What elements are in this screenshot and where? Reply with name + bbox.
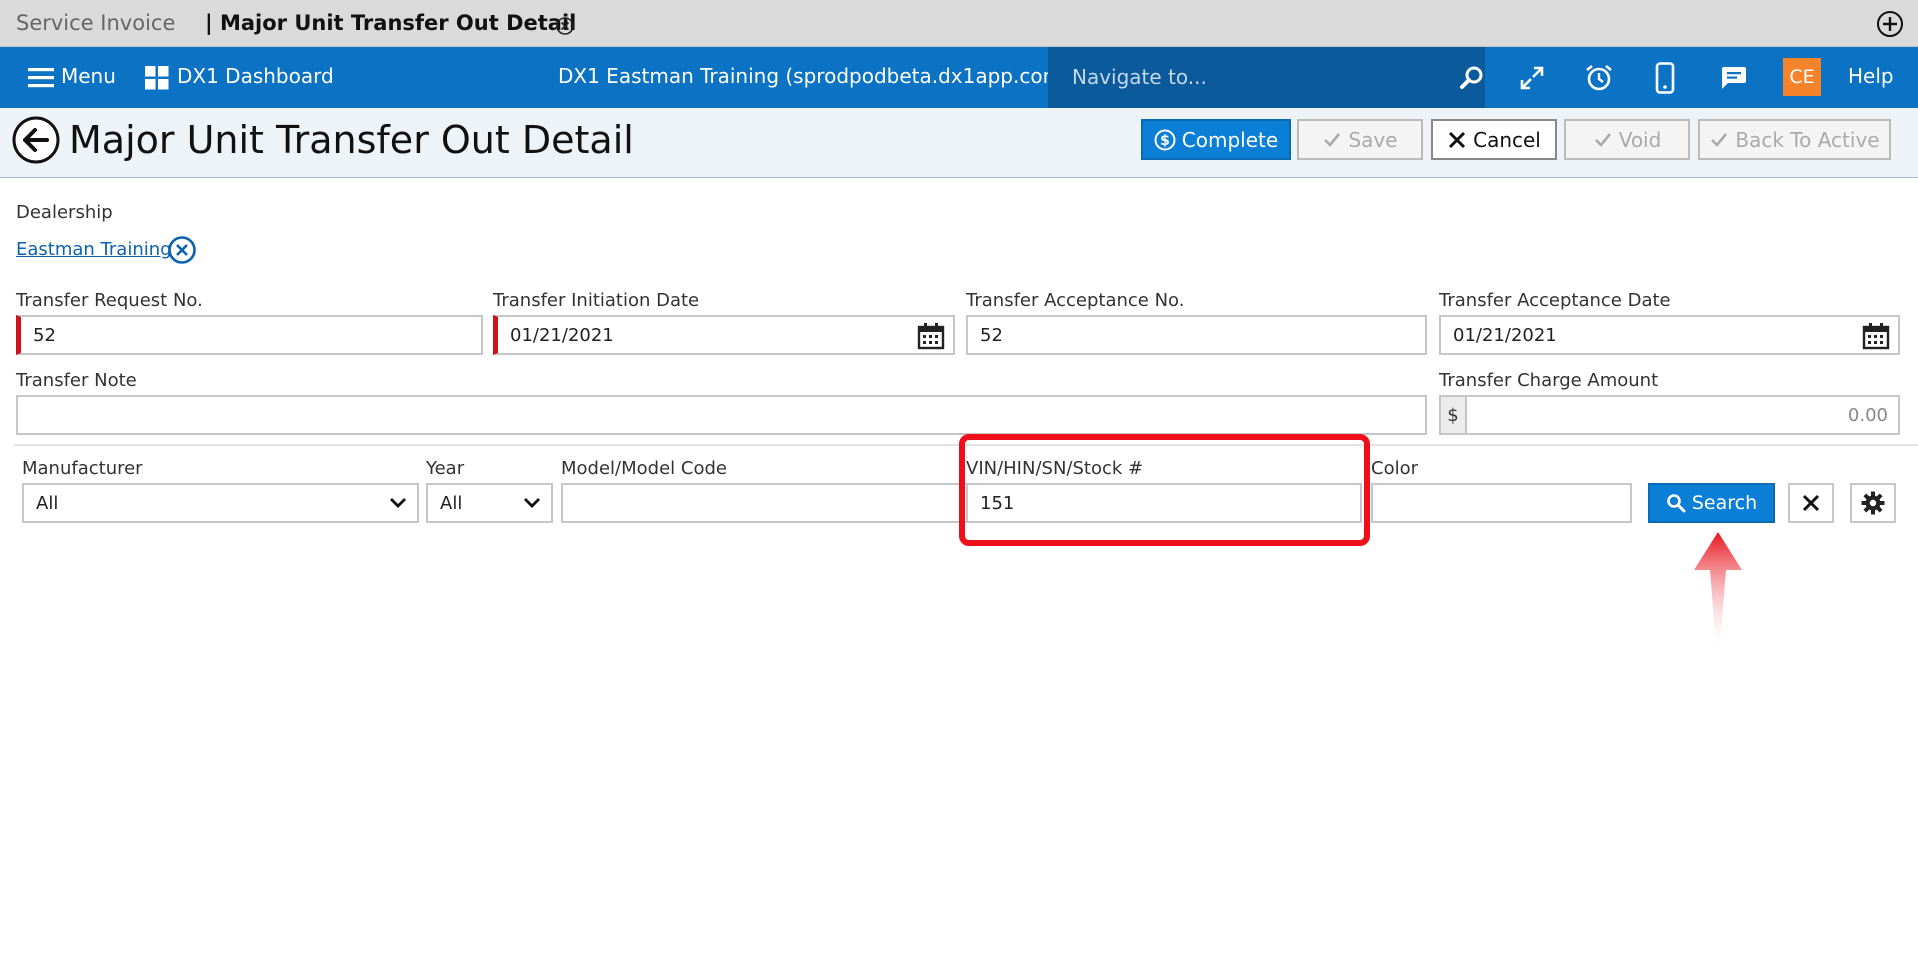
transfer-acceptance-date-input[interactable]: 01/21/2021 [1439,315,1900,355]
transfer-initiation-date-input[interactable]: 01/21/2021 [493,315,955,355]
chevron-down-icon [524,498,540,508]
model-input[interactable] [561,483,973,523]
year-value: All [440,492,463,514]
help-link[interactable]: Help [1848,64,1894,88]
calendar-icon[interactable] [917,322,945,350]
complete-button-label: Complete [1181,127,1279,152]
clear-filters-button[interactable] [1788,483,1834,523]
currency-prefix: $ [1439,395,1467,435]
void-button[interactable]: Void [1564,119,1690,160]
dashboard-link[interactable]: DX1 Dashboard [177,64,334,88]
transfer-charge-amount-label: Transfer Charge Amount [1439,370,1659,391]
highlight-box [959,434,1370,546]
year-select[interactable]: All [426,483,553,523]
avatar-initials: CE [1789,66,1815,88]
save-button-label: Save [1348,127,1398,152]
back-to-active-button-label: Back To Active [1735,127,1880,152]
transfer-acceptance-date-label: Transfer Acceptance Date [1439,290,1671,311]
transfer-request-no-label: Transfer Request No. [16,290,203,311]
settings-button[interactable] [1850,483,1896,523]
navigate-input[interactable]: Navigate to... [1072,65,1207,89]
color-label: Color [1371,458,1418,479]
back-to-active-button[interactable]: Back To Active [1698,119,1891,160]
transfer-note-label: Transfer Note [16,370,137,391]
tab-service-invoice[interactable]: Service Invoice [16,11,175,35]
tab-bar: Service Invoice | Major Unit Transfer Ou… [0,0,1918,47]
year-label: Year [426,458,465,479]
search-icon [1667,494,1686,513]
remove-dealership-icon[interactable] [167,235,197,265]
x-icon [1449,131,1466,148]
top-navbar: Menu DX1 Dashboard DX1 Eastman Training … [0,47,1918,108]
navigate-search-box[interactable]: Navigate to... [1048,47,1485,108]
calendar-icon[interactable] [1862,322,1890,350]
model-label: Model/Model Code [561,458,727,479]
gear-icon [1861,491,1885,515]
tab-major-unit-transfer-out-detail[interactable]: | Major Unit Transfer Out Detail [205,11,576,35]
svg-text:$: $ [1160,133,1170,149]
transfer-acceptance-no-label: Transfer Acceptance No. [966,290,1185,311]
transfer-request-no-input[interactable]: 52 [16,315,483,355]
complete-button[interactable]: $ Complete [1141,119,1291,160]
cancel-button[interactable]: Cancel [1431,119,1557,160]
save-button[interactable]: Save [1297,119,1423,160]
chat-message-icon[interactable] [1718,64,1748,92]
transfer-charge-amount-input[interactable]: 0.00 [1465,395,1900,435]
add-tab-icon[interactable] [1876,10,1904,38]
search-icon[interactable] [1459,65,1485,91]
cancel-button-label: Cancel [1473,127,1541,152]
transfer-initiation-date-value: 01/21/2021 [510,324,614,346]
alarm-clock-icon[interactable] [1584,63,1614,93]
fullscreen-icon[interactable] [1518,64,1546,92]
back-arrow-icon[interactable] [11,115,61,165]
check-icon [1324,132,1341,147]
void-button-label: Void [1618,127,1662,152]
transfer-acceptance-no-input[interactable]: 52 [966,315,1427,355]
user-avatar[interactable]: CE [1783,58,1821,96]
search-button-label: Search [1691,492,1758,514]
close-tab-icon[interactable] [554,15,576,37]
check-icon [1711,132,1728,147]
manufacturer-value: All [36,492,59,514]
mobile-phone-icon[interactable] [1655,62,1675,94]
check-icon [1594,132,1611,147]
transfer-initiation-date-label: Transfer Initiation Date [493,290,700,311]
hamburger-menu-icon[interactable] [28,67,54,89]
dollar-circle-icon: $ [1154,129,1176,150]
x-icon [1802,494,1820,512]
transfer-acceptance-date-value: 01/21/2021 [1453,324,1557,346]
transfer-note-input[interactable] [16,395,1427,435]
search-button[interactable]: Search [1648,483,1775,523]
dashboard-grid-icon [145,66,169,90]
manufacturer-label: Manufacturer [22,458,143,479]
color-input[interactable] [1371,483,1632,523]
site-name: DX1 Eastman Training (sprodpodbeta.dx1ap… [558,64,1070,88]
red-arrow-annotation [1694,532,1742,646]
page-title: Major Unit Transfer Out Detail [69,118,634,162]
dealership-link[interactable]: Eastman Training [16,239,172,260]
dealership-label: Dealership [16,202,113,223]
chevron-down-icon [390,498,406,508]
menu-link[interactable]: Menu [61,64,116,88]
manufacturer-select[interactable]: All [22,483,419,523]
